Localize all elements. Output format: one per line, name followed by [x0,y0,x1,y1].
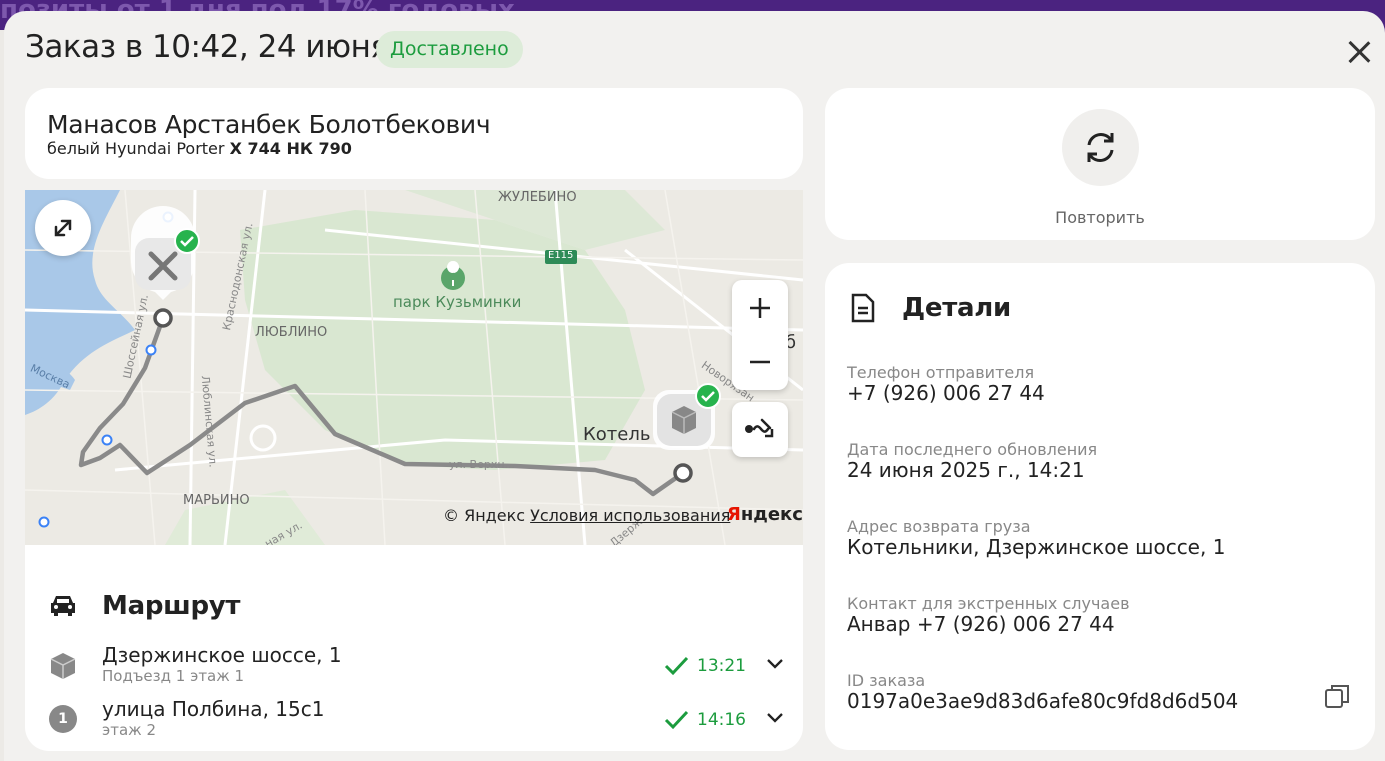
driver-name: Манасов Арстанбек Болотбекович [47,110,491,139]
driver-car-info: белый Hyundai Porter Х 744 НК 790 [47,139,352,158]
stop-time: 14:16 [697,710,746,730]
yandex-logo: Яндекс [727,504,803,525]
order-title: Заказ в 10:42, 24 июня [25,29,389,65]
minus-icon [750,360,770,364]
show-route-button[interactable] [732,402,788,457]
details-title: Детали [902,293,1011,323]
repeat-button[interactable] [1062,109,1139,186]
repeat-card: Повторить [825,88,1375,240]
route-stop[interactable]: Дзержинское шоссе, 1 Подъезд 1 этаж 1 13… [25,643,803,691]
zoom-controls [732,280,788,390]
package-icon [50,653,76,679]
stop-address: улица Полбина, 15с1 [102,697,325,721]
map-label-verkhn: ул. Верхн... [449,458,516,471]
map-attribution: © Яндекс Условия использования [443,506,730,525]
stop-details: этаж 2 [102,721,156,739]
details-card: Детали Телефон отправителя +7 (926) 006 … [825,263,1375,750]
emergency-contact-label: Контакт для экстренных случаев [847,594,1130,613]
route-card: Маршрут Дзержинское шоссе, 1 Подъезд 1 э… [25,545,803,751]
copy-icon[interactable] [1323,682,1351,710]
map-copyright: © Яндекс [443,506,526,525]
return-address-value: Котельники, Дзержинское шоссе, 1 [847,535,1226,559]
end-marker[interactable] [653,383,721,450]
order-id-value: 0197a0e3ae9d83d6afe80c9fd8d6d504 [847,689,1239,713]
car-plate: Х 744 НК 790 [229,139,352,158]
route-map[interactable]: ЖУЛЕБИНО Е115 парк Кузьминки ЛЮБЛИНО МАР… [25,190,803,545]
check-icon [664,656,689,676]
chevron-down-icon[interactable] [766,711,784,725]
chevron-down-icon[interactable] [766,657,784,671]
repeat-label: Повторить [1055,208,1145,227]
sender-phone-value: +7 (926) 006 27 44 [847,381,1045,405]
car-model: белый Hyundai Porter [47,139,225,158]
stop-address: Дзержинское шоссе, 1 [102,643,342,667]
map-label-e115: Е115 [548,250,574,261]
stop-number-marker: 1 [49,705,77,733]
expand-icon [54,219,72,237]
status-badge: Доставлено [376,31,523,68]
refresh-icon [1087,133,1114,162]
zoom-out-button[interactable] [732,335,788,390]
map-label-zhulebino: ЖУЛЕБИНО [498,190,577,205]
stop-details: Подъезд 1 этаж 1 [102,667,245,685]
return-address-label: Адрес возврата груза [847,517,1031,536]
sender-phone-label: Телефон отправителя [847,363,1035,382]
check-icon [664,710,689,730]
route-title: Маршрут [102,591,241,621]
zoom-in-button[interactable] [732,280,788,335]
map-terms-link[interactable]: Условия использования [530,506,730,525]
expand-map-button[interactable] [35,200,91,256]
car-icon [51,596,75,616]
last-update-label: Дата последнего обновления [847,440,1098,459]
route-icon [745,418,774,438]
close-icon[interactable] [1342,35,1376,69]
map-label-park: парк Кузьминки [393,293,522,311]
stop-time: 13:21 [697,656,746,676]
emergency-contact-value: Анвар +7 (926) 006 27 44 [847,612,1115,636]
order-id-label: ID заказа [847,671,926,690]
document-icon [851,293,875,323]
map-label-kotelniki: Котель [583,424,651,445]
map-label-lyublino: ЛЮБЛИНО [255,325,328,340]
driver-card: Манасов Арстанбек Болотбекович белый Hyu… [25,88,803,179]
plus-icon [750,298,770,318]
map-canvas [25,190,803,545]
order-modal: Заказ в 10:42, 24 июня Доставлено Манасо… [4,11,1385,761]
route-stop[interactable]: 1 улица Полбина, 15с1 этаж 2 14:16 [25,697,803,745]
last-update-value: 24 июня 2025 г., 14:21 [847,458,1085,482]
map-label-marino: МАРЬИНО [183,493,250,508]
